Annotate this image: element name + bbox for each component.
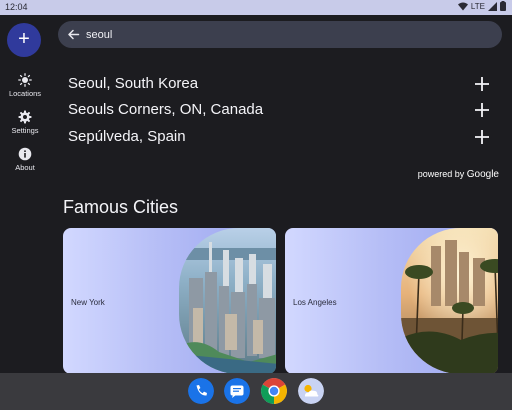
rail-item-locations[interactable]: Locations [0,73,50,98]
sun-icon [18,73,32,87]
screen: 12:04 LTE + Locations Settings About seo… [0,0,512,410]
rail-label-locations: Locations [8,89,42,98]
info-icon [18,147,32,161]
taskbar [0,373,512,410]
chrome-icon[interactable] [261,378,287,404]
weather-icon[interactable] [298,378,324,404]
rail-label-about: About [15,163,35,172]
rail-label-settings: Settings [11,126,39,135]
new-york-photo [179,228,276,374]
city-card-label: New York [71,298,105,307]
los-angeles-photo [401,228,498,374]
signal-icon [488,1,497,11]
result-label: Sepúlveda, Spain [68,128,186,145]
result-row[interactable]: Seouls Corners, ON, Canada [58,98,502,122]
famous-cities-title: Famous Cities [63,197,179,217]
add-location-fab[interactable]: + [7,23,41,57]
plus-icon[interactable] [474,76,490,92]
city-card-label: Los Angeles [293,298,337,307]
battery-icon [500,1,506,11]
rail-item-about[interactable]: About [0,147,50,172]
rail-item-settings[interactable]: Settings [0,110,50,135]
google-attribution: powered by Google [418,169,499,180]
google-logo-text: Google [466,169,499,180]
search-bar [58,21,502,48]
result-label: Seouls Corners, ON, Canada [68,101,264,118]
network-type: LTE [470,1,485,11]
status-time: 12:04 [5,2,28,12]
attribution-prefix: powered by [417,169,465,179]
wifi-icon [457,2,468,10]
status-bar: 12:04 LTE [0,0,512,15]
city-card-los-angeles[interactable]: Los Angeles [285,228,498,374]
plus-icon[interactable] [474,102,490,118]
city-card-new-york[interactable]: New York [63,228,276,374]
result-label: Seoul, South Korea [68,75,199,92]
messages-icon[interactable] [224,378,250,404]
search-input[interactable] [86,25,486,44]
result-row[interactable]: Sepúlveda, Spain [58,125,502,149]
navigation-rail: + Locations Settings About [0,15,50,373]
status-indicators: LTE [457,1,506,11]
phone-icon[interactable] [188,378,214,404]
gear-icon [18,110,32,124]
arrow-left-icon[interactable] [67,28,80,41]
plus-icon[interactable] [474,129,490,145]
result-row[interactable]: Seoul, South Korea [58,72,502,96]
